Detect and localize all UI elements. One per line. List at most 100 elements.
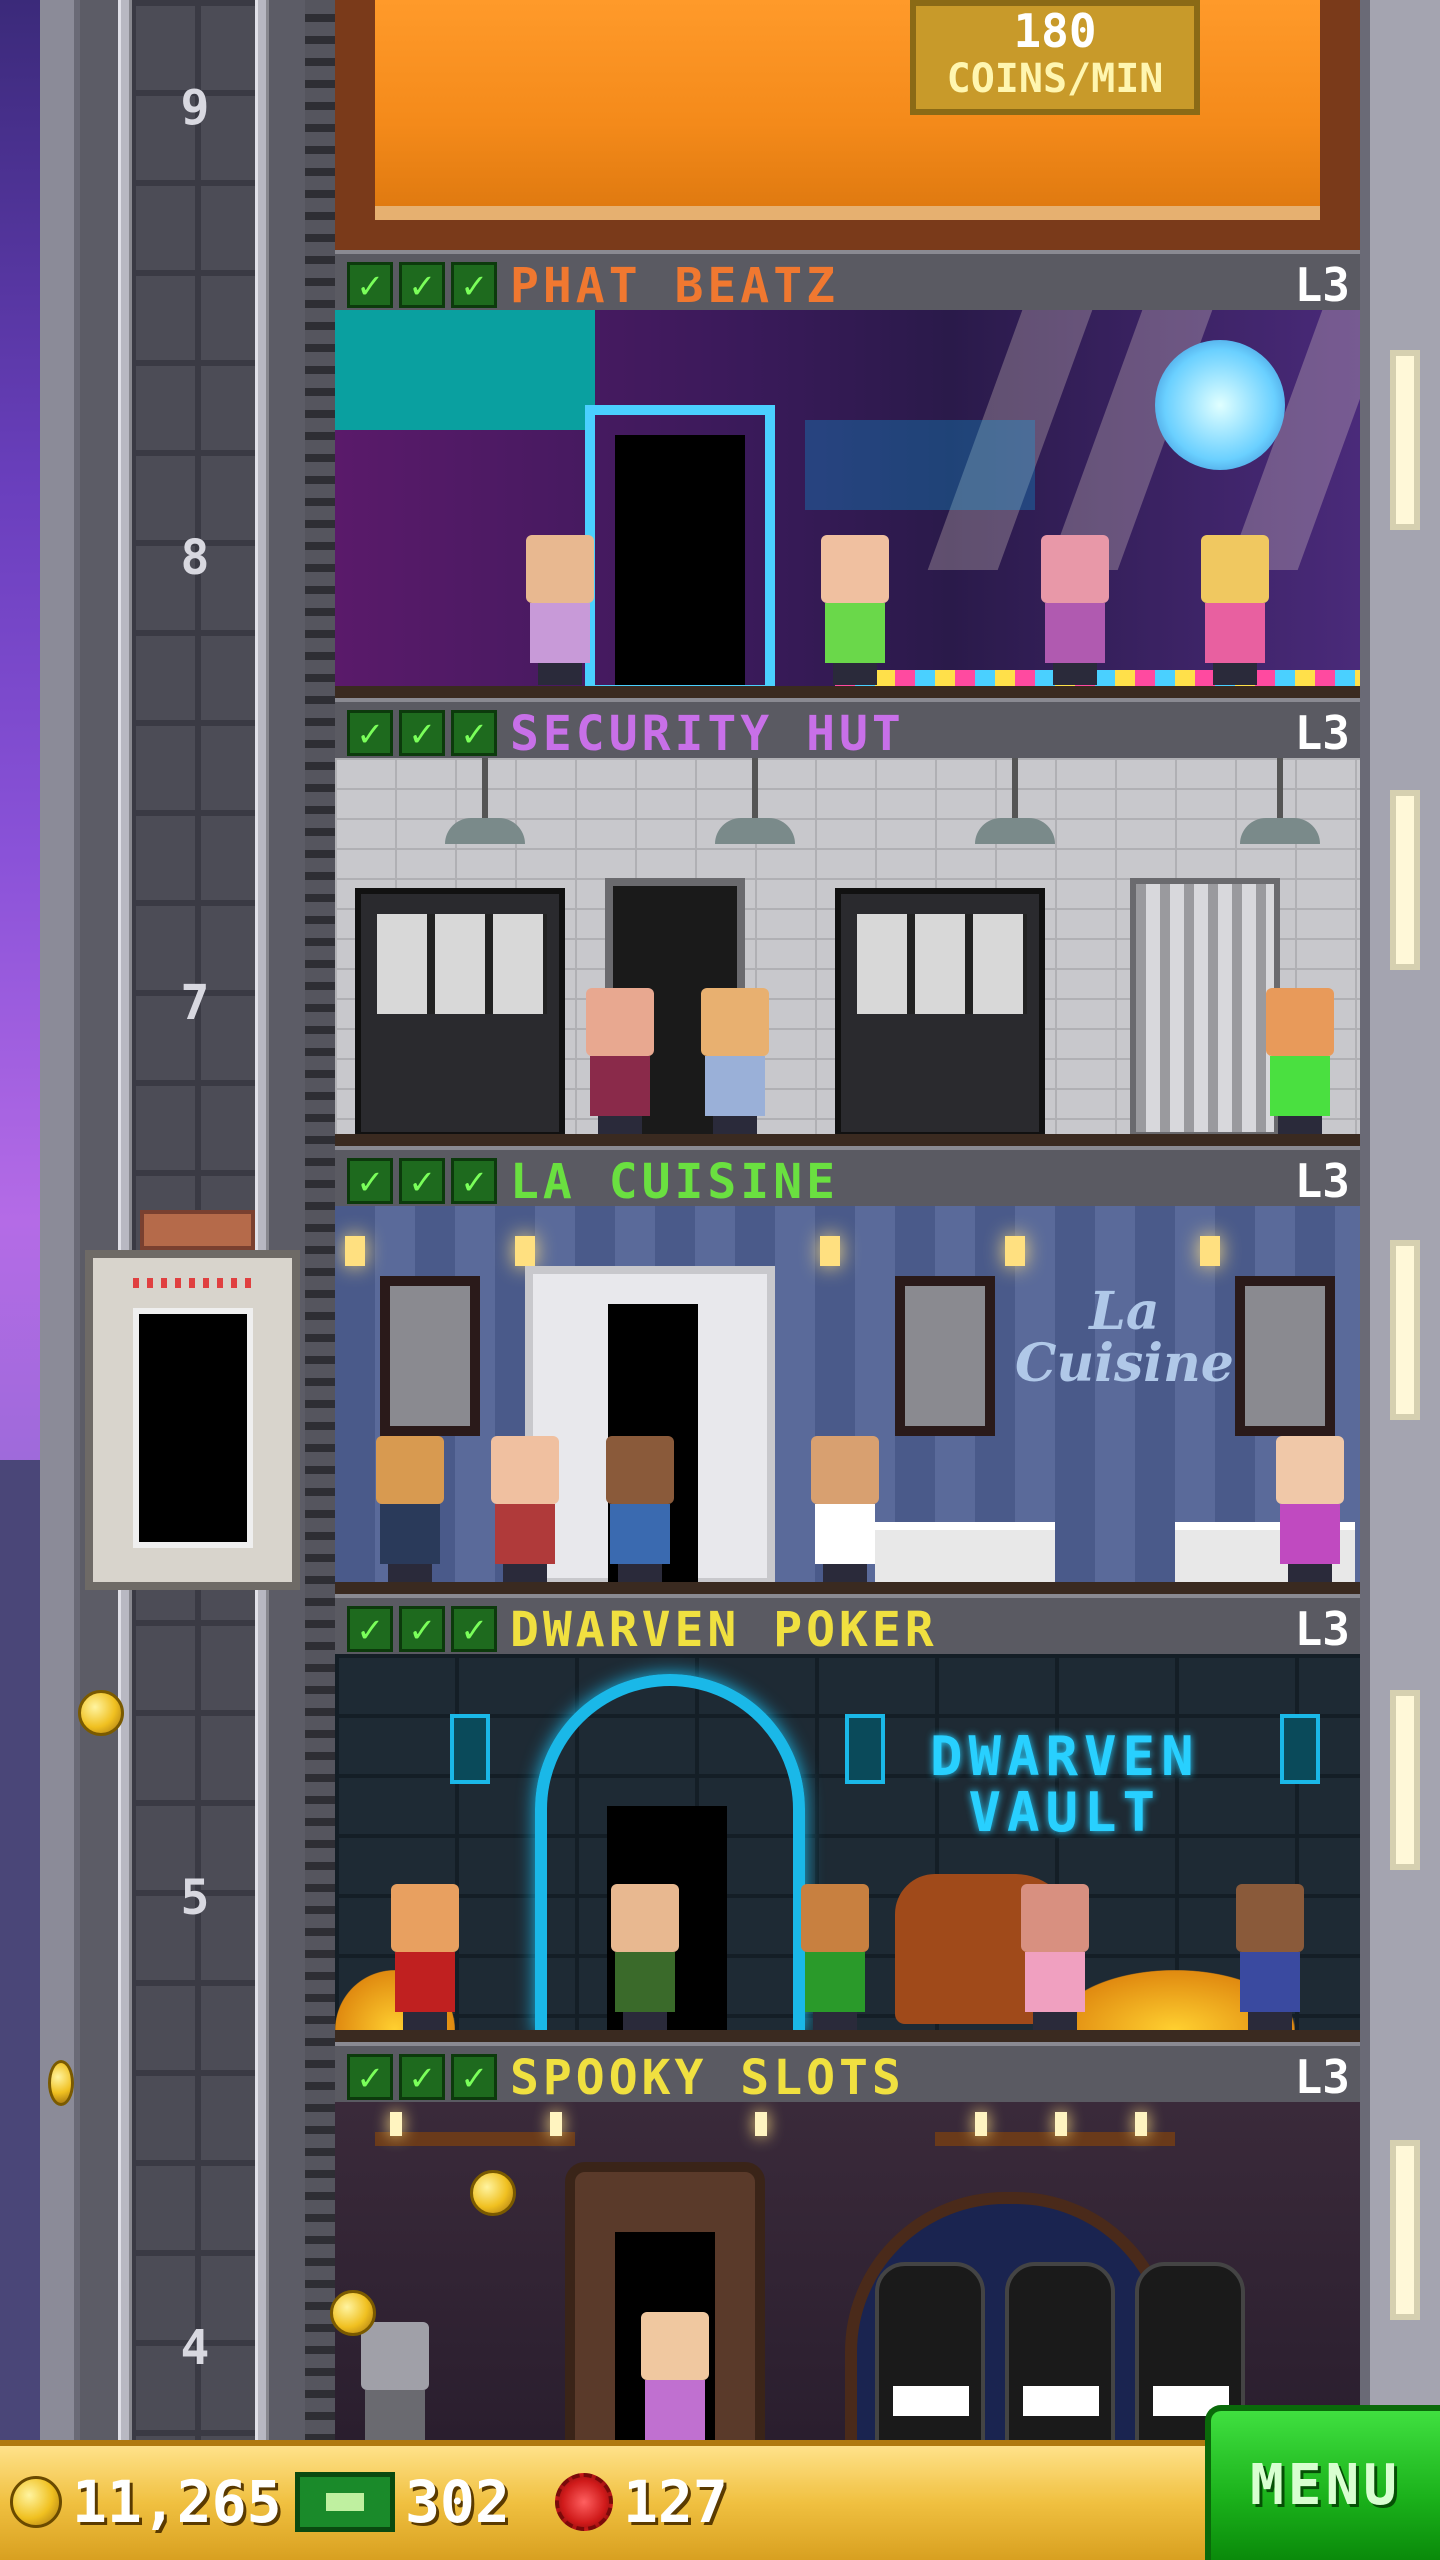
completion-checks: ✓ ✓ ✓ [347, 710, 497, 756]
bitizen[interactable] [1015, 1884, 1095, 2034]
falling-coin-icon[interactable] [470, 2170, 516, 2216]
painting-frame [895, 1276, 995, 1436]
ceiling-lamp-icon [445, 758, 525, 848]
dining-table [875, 1522, 1055, 1582]
wall-light-icon [1200, 1236, 1220, 1266]
floor-dwarven-poker[interactable]: ✓ ✓ ✓ DWARVEN POKER L3 DWARVEN VAULT [335, 1594, 1360, 2042]
dwarf-bitizen[interactable] [795, 1884, 875, 2034]
shaft-floor-number: 8 [180, 530, 210, 586]
bitizen[interactable] [1195, 535, 1275, 685]
elevator-car[interactable] [85, 1250, 300, 1590]
menu-button[interactable]: MENU [1205, 2405, 1440, 2560]
check-icon: ✓ [399, 262, 445, 308]
check-icon: ✓ [347, 262, 393, 308]
window-light [1390, 2140, 1420, 2320]
falling-coin-icon[interactable] [48, 2060, 74, 2106]
chandelier-icon [375, 2132, 575, 2146]
candle-icon [390, 2112, 402, 2136]
ceiling-lamp-icon [1240, 758, 1320, 848]
floor-la-cuisine[interactable]: ✓ ✓ ✓ LA CUISINE L3 La Cuisine [335, 1146, 1360, 1594]
candle-icon [1055, 2112, 1067, 2136]
wall-light-icon [1005, 1236, 1025, 1266]
gems-value: 127 [623, 2468, 728, 2536]
shaft-floor-number: 9 [180, 80, 210, 136]
coins-counter: 11,265 [10, 2462, 282, 2542]
check-icon: ✓ [399, 1606, 445, 1652]
bitizen[interactable] [635, 2312, 715, 2440]
completion-checks: ✓ ✓ ✓ [347, 262, 497, 308]
floor-level: L3 [1294, 706, 1350, 760]
zombie-bitizen[interactable] [355, 2322, 435, 2440]
sign-line: VAULT [968, 1781, 1162, 1844]
bitizen[interactable] [580, 988, 660, 1138]
disco-ball-icon [1155, 340, 1285, 470]
check-icon: ✓ [347, 1158, 393, 1204]
floor-spooky-slots[interactable]: ✓ ✓ ✓ SPOOKY SLOTS L3 [335, 2042, 1360, 2440]
shaft-floor-number: 5 [180, 1870, 210, 1926]
floor-name: LA CUISINE [510, 1154, 839, 1210]
income-value: 180 [1013, 4, 1097, 58]
jail-cell [1130, 878, 1280, 1138]
slot-machine-icon [1005, 2262, 1115, 2440]
elevator-cable-left [118, 0, 132, 2440]
bitizen[interactable] [520, 535, 600, 685]
ceiling-lamp-icon [975, 758, 1055, 848]
bitizen[interactable] [605, 1884, 685, 2034]
torch-icon [450, 1714, 490, 1784]
room-floor [335, 686, 1360, 698]
candle-icon [755, 2112, 767, 2136]
chef-bitizen[interactable] [805, 1436, 885, 1586]
bitizen[interactable] [370, 1436, 450, 1586]
falling-coin-icon[interactable] [78, 1690, 124, 1736]
top-floor-room[interactable]: 180 COINS/MIN [335, 0, 1360, 250]
floor-level: L3 [1294, 1602, 1350, 1656]
room-interior [335, 2102, 1360, 2440]
wall-light-icon [345, 1236, 365, 1266]
room-interior: DWARVEN VAULT [335, 1654, 1360, 2042]
floor-level: L3 [1294, 1154, 1350, 1208]
elevator-motor [140, 1210, 255, 1250]
security-console [355, 888, 565, 1138]
ceiling-lamp-icon [715, 758, 795, 848]
bitizen[interactable] [1270, 1436, 1350, 1586]
check-icon: ✓ [347, 1606, 393, 1652]
torch-icon [1280, 1714, 1320, 1784]
shaft-floor-number: 4 [180, 2320, 210, 2376]
floor-security-hut[interactable]: ✓ ✓ ✓ SECURITY HUT L3 [335, 698, 1360, 1146]
floor-phat-beatz[interactable]: ✓ ✓ ✓ PHAT BEATZ L3 [335, 250, 1360, 698]
bitizen[interactable] [600, 1436, 680, 1586]
bitizen[interactable] [1035, 535, 1115, 685]
check-icon: ✓ [399, 2054, 445, 2100]
sign-line: Cuisine [1015, 1333, 1234, 1394]
check-icon: ✓ [399, 710, 445, 756]
window-light [1390, 1690, 1420, 1870]
elevator-door [133, 1308, 253, 1548]
falling-coin-icon[interactable] [330, 2290, 376, 2336]
sign-line: DWARVEN [930, 1725, 1200, 1788]
check-icon: ✓ [451, 2054, 497, 2100]
dwarf-bitizen[interactable] [385, 1884, 465, 2034]
slot-machine-icon [875, 2262, 985, 2440]
distant-building [0, 1460, 40, 2440]
bitizen[interactable] [815, 535, 895, 685]
elevator-cable-right [255, 0, 269, 2440]
floor-name: DWARVEN POKER [510, 1602, 938, 1658]
sign-line: La [1089, 1281, 1160, 1342]
floor-header: ✓ ✓ ✓ PHAT BEATZ L3 [335, 250, 1360, 314]
gem-icon [555, 2473, 613, 2531]
bitizen[interactable] [485, 1436, 565, 1586]
check-icon: ✓ [451, 710, 497, 756]
window-light [1390, 350, 1420, 530]
room-interior [335, 758, 1360, 1146]
wall-light-icon [820, 1236, 840, 1266]
dwarven-vault-sign: DWARVEN VAULT [930, 1729, 1200, 1841]
dwarf-bitizen[interactable] [1230, 1884, 1310, 2034]
bitizen[interactable] [1260, 988, 1340, 1138]
bar-counter [335, 310, 595, 430]
floor-header: ✓ ✓ ✓ DWARVEN POKER L3 [335, 1594, 1360, 1658]
room-floor [335, 2030, 1360, 2042]
completion-checks: ✓ ✓ ✓ [347, 1606, 497, 1652]
income-unit: COINS/MIN [946, 56, 1164, 102]
bux-value: 302 [405, 2468, 510, 2536]
bitizen[interactable] [695, 988, 775, 1138]
